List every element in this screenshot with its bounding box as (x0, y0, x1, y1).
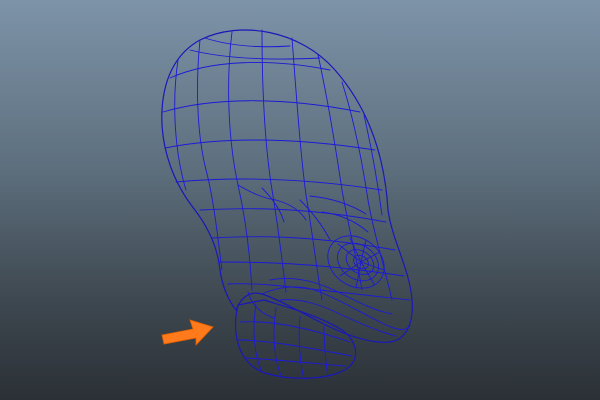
mesh-canvas (161, 29, 413, 381)
head-mesh-jaw[interactable] (235, 299, 357, 381)
head-mesh[interactable] (161, 29, 413, 343)
3d-viewport[interactable] (0, 0, 600, 400)
arrow-right-icon (161, 319, 214, 347)
